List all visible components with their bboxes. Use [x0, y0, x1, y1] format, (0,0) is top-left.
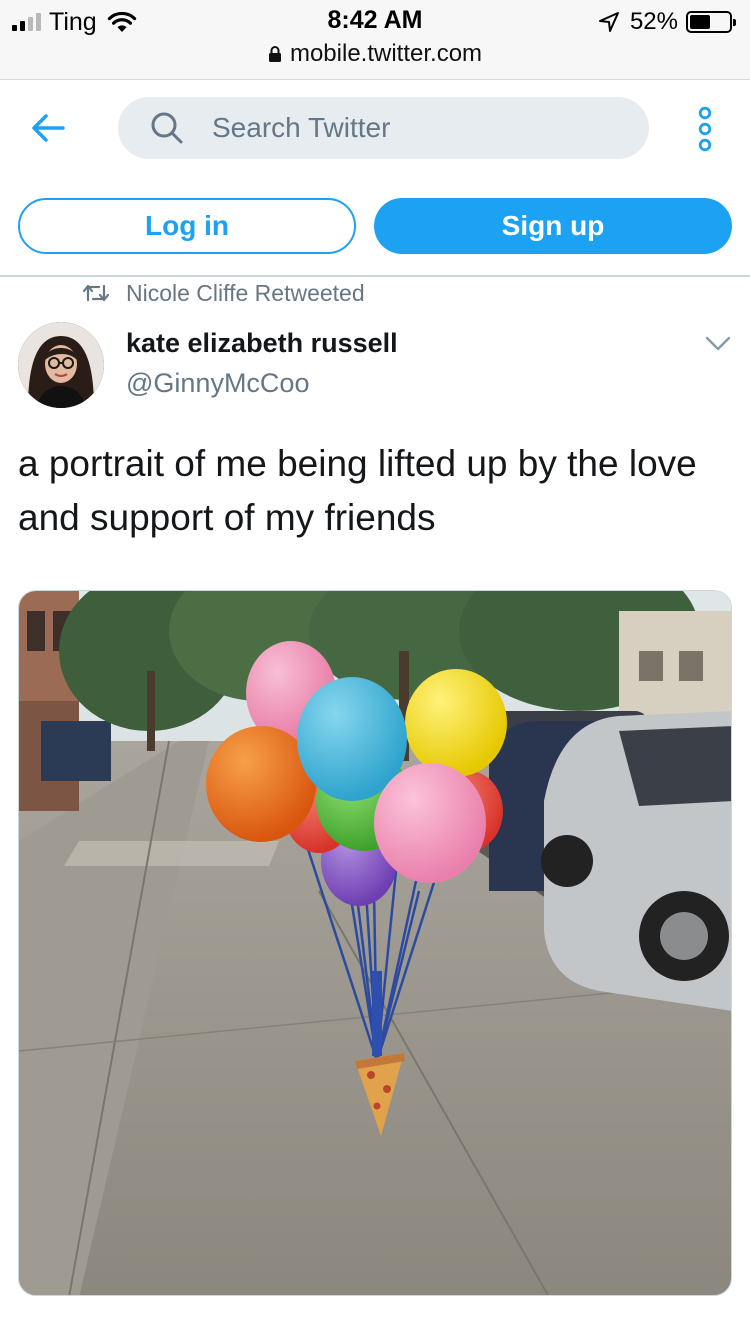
status-right: 52%: [598, 8, 736, 36]
battery-percent: 52%: [629, 8, 678, 35]
balloons-photo: [19, 591, 731, 1295]
avatar[interactable]: [18, 322, 104, 408]
battery-icon: [686, 11, 736, 33]
retweet-context[interactable]: Nicole Cliffe Retweeted: [82, 280, 365, 306]
login-button[interactable]: Log in: [18, 198, 356, 254]
url-bar[interactable]: mobile.twitter.com: [0, 40, 750, 68]
header-divider: [0, 275, 750, 277]
status-bar: Ting 8:42 AM 52% mobile.twitter.com: [0, 0, 750, 80]
search-bar[interactable]: [118, 97, 649, 159]
avatar-image: [18, 322, 104, 408]
retweet-label: Nicole Cliffe Retweeted: [126, 279, 365, 306]
search-icon: [151, 112, 183, 144]
author-name[interactable]: kate elizabeth russell: [126, 328, 398, 359]
signup-button[interactable]: Sign up: [374, 198, 732, 254]
retweet-icon: [82, 284, 110, 302]
back-arrow-icon: [32, 114, 65, 142]
tweet-text: a portrait of me being lifted up by the …: [18, 443, 697, 538]
lock-icon: [268, 46, 281, 62]
more-icon[interactable]: [692, 106, 718, 152]
search-input[interactable]: [212, 112, 592, 144]
caret-down-icon[interactable]: [704, 334, 732, 354]
tweet-photo[interactable]: [18, 590, 732, 1296]
url-text: mobile.twitter.com: [289, 40, 483, 67]
author-handle[interactable]: @GinnyMcCoo: [126, 368, 309, 399]
location-icon: [598, 12, 619, 32]
back-button[interactable]: [28, 108, 68, 148]
